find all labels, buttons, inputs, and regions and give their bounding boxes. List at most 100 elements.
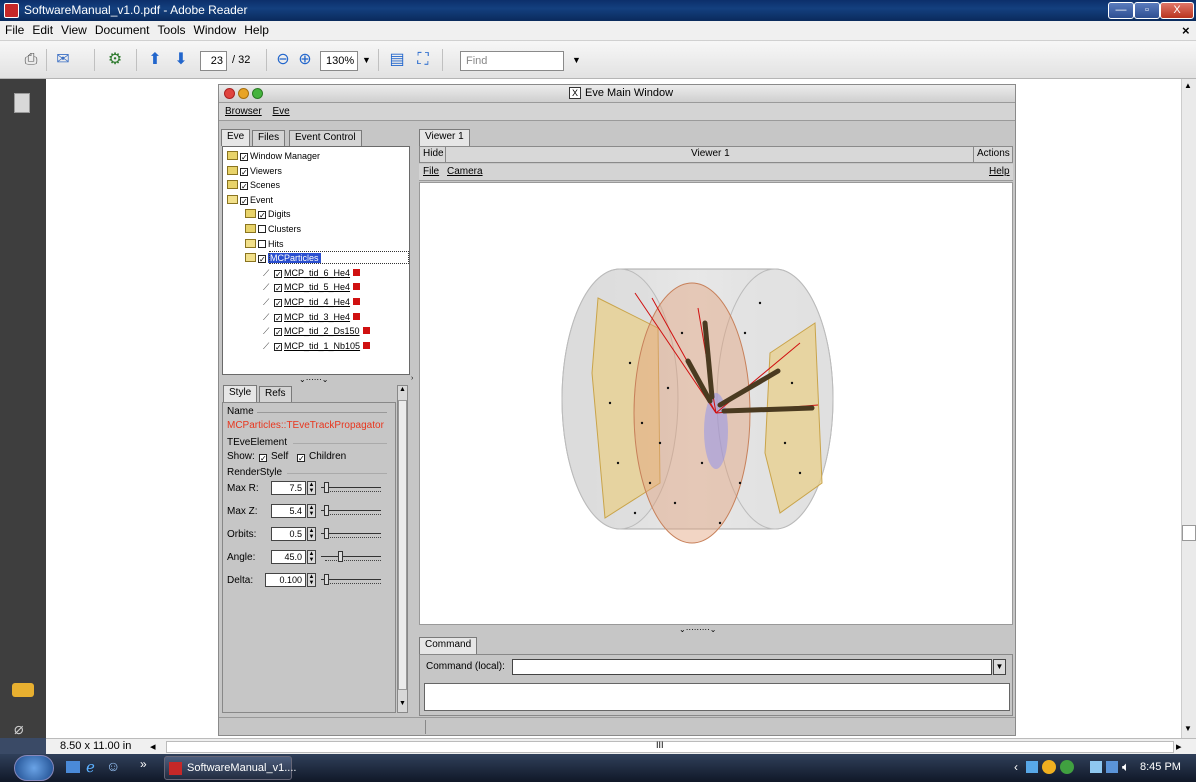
show-desktop-icon[interactable] (66, 761, 80, 773)
editor-scroll-down-icon[interactable]: ▼ (399, 700, 406, 707)
find-input[interactable]: Find (460, 51, 564, 71)
fit-width-icon[interactable]: ⛶ (412, 50, 434, 70)
editor-scroll-thumb[interactable] (398, 400, 407, 690)
viewer-hide-button[interactable]: Hide (423, 148, 444, 159)
quicklaunch-more-icon[interactable]: » (140, 757, 147, 771)
field-value-input[interactable]: 0.100 (265, 573, 306, 587)
menu-tools[interactable]: Tools (153, 21, 189, 37)
slider-knob[interactable] (323, 482, 329, 493)
tray-expand-icon[interactable]: ‹ (1014, 760, 1018, 774)
menu-window[interactable]: Window (189, 21, 240, 37)
vertical-scrollbar[interactable]: ▲ ▼ (1181, 79, 1196, 738)
field-slider[interactable] (321, 527, 383, 541)
eve-close-icon[interactable] (224, 88, 235, 99)
zoom-in-icon[interactable]: ⊕ (294, 50, 316, 70)
field-slider[interactable] (321, 481, 383, 495)
messenger-icon[interactable]: ☺ (106, 758, 120, 774)
taskbar-item-reader[interactable]: SoftwareManual_v1.... (164, 756, 296, 780)
tree-item[interactable]: ✓ Digits (245, 207, 291, 221)
tree-item-checkbox[interactable]: ✓ (274, 299, 282, 308)
tree-item-checkbox[interactable]: ✓ (274, 328, 282, 337)
tree-item[interactable]: ⟋ ✓ MCP_tid_5_He4 (263, 280, 361, 294)
tab-files[interactable]: Files (252, 130, 286, 146)
track-color-swatch[interactable] (363, 341, 371, 349)
eve-zoom-icon[interactable] (252, 88, 263, 99)
tray-app-icon[interactable] (1042, 760, 1056, 774)
scroll-thumb[interactable] (1182, 525, 1196, 541)
tree-item-checkbox[interactable]: ✓ (258, 255, 266, 264)
track-color-swatch[interactable] (353, 283, 361, 291)
tree-item-checkbox[interactable]: ✓ (274, 342, 282, 351)
attachments-icon[interactable]: ⌀ (14, 719, 24, 739)
tree-item[interactable]: ⟋ ✓ MCP_tid_2_Ds150 (263, 324, 370, 338)
tray-security-icon[interactable] (1060, 760, 1074, 774)
field-slider[interactable] (321, 504, 383, 518)
tree-item[interactable]: ✓ MCParticles (245, 251, 409, 265)
tree-item-checkbox[interactable] (258, 239, 266, 248)
field-value-input[interactable]: 5.4 (271, 504, 306, 518)
previous-page-icon[interactable]: ⬆ (144, 50, 166, 70)
field-spinner-icon[interactable]: ▲ ▼ (307, 573, 316, 587)
track-color-swatch[interactable] (362, 327, 370, 335)
tab-style[interactable]: Style (223, 385, 258, 402)
tree-item[interactable]: ✓ Event (227, 193, 273, 207)
print-icon[interactable]: ⎙ (20, 50, 42, 70)
document-close-icon[interactable]: × (1182, 23, 1190, 38)
horizontal-scrollbar[interactable] (166, 741, 1174, 753)
eve-minimize-icon[interactable] (238, 88, 249, 99)
slider-knob[interactable] (323, 505, 329, 516)
menu-help[interactable]: Help (239, 21, 272, 37)
viewer-menu-camera[interactable]: Camera (447, 166, 483, 177)
show-children-checkbox[interactable]: ✓ (297, 454, 305, 463)
track-color-swatch[interactable] (353, 298, 361, 305)
tree-item[interactable]: ⟋ ✓ MCP_tid_3_He4 (263, 310, 361, 324)
start-button[interactable] (14, 755, 54, 781)
track-color-swatch[interactable] (353, 312, 361, 320)
gl-viewport[interactable] (419, 182, 1013, 625)
tree-item-checkbox[interactable]: ✓ (258, 211, 266, 220)
field-spinner-icon[interactable]: ▲ ▼ (307, 527, 316, 541)
viewer-splitter-icon[interactable]: ⌄⋯⋯⋯⌄ (679, 625, 716, 634)
eve-menu-eve[interactable]: Eve (272, 106, 289, 117)
field-slider[interactable] (321, 573, 383, 587)
tab-event-control[interactable]: Event Control (289, 130, 362, 146)
next-page-icon[interactable]: ⬇ (170, 50, 192, 70)
scroll-down-icon[interactable]: ▼ (1184, 724, 1192, 733)
editor-scroll-up-icon[interactable]: ▲ (399, 386, 406, 393)
tree-item[interactable]: ⟋ ✓ MCP_tid_6_He4 (263, 266, 361, 280)
tree-item-checkbox[interactable]: ✓ (240, 182, 248, 191)
close-button[interactable]: X (1160, 2, 1194, 19)
tree-item[interactable]: Clusters (245, 222, 301, 236)
slider-knob[interactable] (323, 528, 329, 539)
tree-item-checkbox[interactable]: ✓ (274, 269, 282, 278)
tree-item[interactable]: ✓ Scenes (227, 178, 280, 192)
command-input[interactable] (512, 659, 992, 675)
track-color-swatch[interactable] (353, 268, 361, 276)
menu-file[interactable]: File (0, 21, 27, 37)
zoom-dropdown-icon[interactable]: ▼ (362, 55, 371, 65)
menu-edit[interactable]: Edit (27, 21, 56, 37)
show-self-checkbox[interactable]: ✓ (259, 454, 267, 463)
minimize-button[interactable]: — (1108, 2, 1134, 19)
tab-refs[interactable]: Refs (259, 386, 292, 402)
fit-page-icon[interactable]: ▤ (386, 50, 408, 70)
page-number-input[interactable]: 23 (200, 51, 227, 71)
pages-icon[interactable] (14, 93, 30, 113)
tray-monitor-icon[interactable] (1090, 761, 1102, 773)
hscroll-left-icon[interactable]: ◂ (150, 740, 156, 753)
tree-item-checkbox[interactable] (258, 225, 266, 233)
collaborate-icon[interactable]: ⚙ (104, 50, 126, 70)
field-value-input[interactable]: 7.5 (271, 481, 306, 495)
tree-item[interactable]: ✓ Viewers (227, 164, 282, 178)
field-spinner-icon[interactable]: ▲ ▼ (307, 504, 316, 518)
field-spinner-icon[interactable]: ▲ ▼ (307, 550, 316, 564)
tab-viewer-1[interactable]: Viewer 1 (419, 129, 470, 146)
viewer-menu-file[interactable]: File (423, 166, 439, 177)
tree-item[interactable]: ⟋ ✓ MCP_tid_4_He4 (263, 295, 361, 309)
menu-view[interactable]: View (56, 21, 90, 37)
tree-item-checkbox[interactable]: ✓ (240, 153, 248, 162)
tree-item-checkbox[interactable]: ✓ (240, 167, 248, 176)
tree-item-checkbox[interactable]: ✓ (240, 196, 248, 205)
tab-eve[interactable]: Eve (221, 129, 251, 146)
maximize-button[interactable]: ▫ (1134, 2, 1160, 19)
